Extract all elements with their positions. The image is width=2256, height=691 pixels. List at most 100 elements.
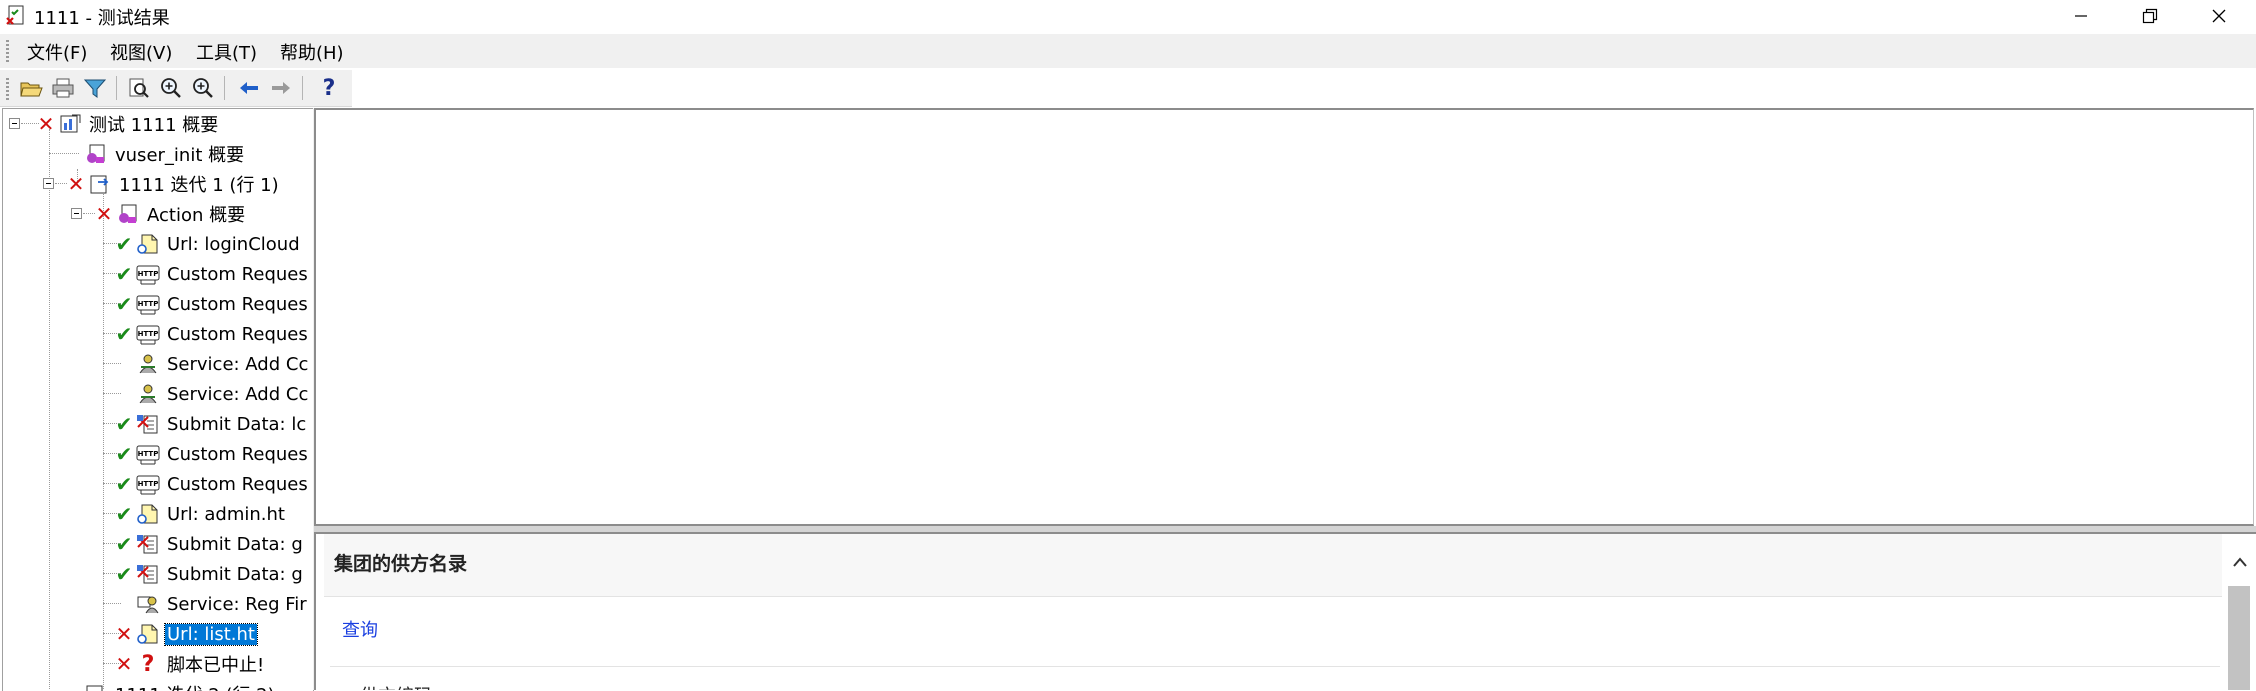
iteration-icon <box>87 172 113 196</box>
url-icon <box>135 622 161 646</box>
url-icon <box>135 232 161 256</box>
tree-line <box>103 189 104 689</box>
http-request-icon: HTTP <box>135 262 161 286</box>
tree-item-label: Action 概要 <box>147 205 246 226</box>
tree-expander-action[interactable] <box>71 208 82 219</box>
tree-item-test-summary[interactable]: ✕ 测试 1111 概要 <box>35 109 220 139</box>
tree-item-step[interactable]: ✔ HTTP Custom Reques <box>113 469 310 499</box>
tree-expander-iteration[interactable] <box>43 178 54 189</box>
arrow-left-icon <box>240 82 258 94</box>
tree-item-action-summary[interactable]: ✕ Action 概要 <box>93 199 247 229</box>
menu-file[interactable]: 文件(F) <box>27 39 87 65</box>
tree-item-step[interactable]: ✕ Url: list.ht <box>113 619 258 649</box>
pass-check-icon: ✔ <box>115 562 133 586</box>
close-button[interactable] <box>2184 0 2254 32</box>
pass-check-icon: ✔ <box>115 292 133 316</box>
tree-item-label: Url: loginCloud <box>167 233 300 255</box>
no-status-icon <box>113 353 135 375</box>
pass-check-icon: ✔ <box>115 472 133 496</box>
summary-report-icon <box>57 112 83 136</box>
fail-icon: ✕ <box>37 112 55 136</box>
scroll-up-button[interactable] <box>2228 552 2252 572</box>
pass-check-icon: ✔ <box>115 502 133 526</box>
tree-item-label: Submit Data: g <box>167 533 303 555</box>
tree-expander-root[interactable] <box>9 118 20 129</box>
tree-item-step[interactable]: Service: Reg Fir <box>113 589 309 619</box>
tree-item-step[interactable]: ✔ Submit Data: g <box>113 559 305 589</box>
tree-item-step[interactable]: Service: Add Cc <box>113 349 310 379</box>
tree-item-step[interactable]: ✔ HTTP Custom Reques <box>113 439 310 469</box>
scrollbar-thumb[interactable] <box>2228 586 2250 690</box>
zoom-out-button[interactable] <box>188 74 218 102</box>
svg-text:HTTP: HTTP <box>138 300 159 308</box>
find-button[interactable] <box>124 74 154 102</box>
close-icon <box>2212 9 2226 23</box>
help-icon: ? <box>322 75 336 101</box>
tree-item-step[interactable]: ✔ Submit Data: lc <box>113 409 308 439</box>
tree-item-vuser-init[interactable]: vuser_init 概要 <box>83 139 246 169</box>
tree-line <box>49 153 79 154</box>
svg-text:HTTP: HTTP <box>138 480 159 488</box>
menu-view[interactable]: 视图(V) <box>110 39 172 65</box>
menu-tools[interactable]: 工具(T) <box>196 39 257 65</box>
submit-data-icon <box>135 532 161 556</box>
chevron-up-icon <box>2233 557 2247 567</box>
step-details-pane <box>314 108 2254 526</box>
submit-data-icon <box>135 562 161 586</box>
menu-help[interactable]: 帮助(H) <box>280 39 344 65</box>
page-title: 集团的供方名录 <box>334 553 468 575</box>
tree-item-label: Submit Data: g <box>167 563 303 585</box>
tree-item-label: Service: Reg Fir <box>167 593 307 615</box>
toolbar-grip[interactable] <box>6 78 9 100</box>
title-bar: 1111 - 测试结果 <box>0 0 2256 32</box>
menu-bar: 文件(F) 视图(V) 工具(T) 帮助(H) <box>0 34 2256 68</box>
filter-button[interactable] <box>80 74 110 102</box>
restore-button[interactable] <box>2115 0 2185 32</box>
tree-item-label: Url: admin.ht <box>167 503 285 525</box>
forward-button[interactable] <box>266 74 296 102</box>
open-folder-icon <box>20 82 43 97</box>
restore-icon <box>2142 8 2158 24</box>
filter-icon <box>83 79 107 98</box>
pass-check-icon: ✔ <box>115 232 133 256</box>
tree-item-label-selected: Url: list.ht <box>164 622 258 646</box>
fail-icon: ✕ <box>115 652 133 676</box>
tree-item-step[interactable]: ✔ HTTP Custom Reques <box>113 259 310 289</box>
tree-item-step[interactable]: ✔ Submit Data: g <box>113 529 305 559</box>
tree-item-step[interactable]: ✔ HTTP Custom Reques <box>113 289 310 319</box>
find-icon <box>129 78 149 98</box>
print-button[interactable] <box>48 74 78 102</box>
pass-check-icon: ✔ <box>115 442 133 466</box>
minimize-button[interactable] <box>2046 0 2116 32</box>
tree-item-label: vuser_init 概要 <box>115 145 245 166</box>
results-tree[interactable]: ✕ 测试 1111 概要 vuser_init 概要 ✕ 1111 迭代 1 (… <box>2 108 314 691</box>
tree-item-step[interactable]: Service: Add Cc <box>113 379 310 409</box>
minimize-icon <box>2075 15 2087 17</box>
toolbar: ? <box>0 70 352 107</box>
open-button[interactable] <box>16 74 46 102</box>
tree-item-label: Custom Reques <box>167 443 308 465</box>
action-script-icon <box>115 202 141 226</box>
tree-item-iteration-2[interactable]: 1111 迭代 2 (行 2) <box>83 679 277 691</box>
tree-item-step[interactable]: ✔ Url: admin.ht <box>113 499 287 529</box>
tree-item-label: Service: Add Cc <box>167 353 309 375</box>
http-request-icon: HTTP <box>135 472 161 496</box>
query-link[interactable]: 查询 <box>342 616 378 642</box>
menu-grip[interactable] <box>6 40 9 62</box>
toolbar-separator <box>224 76 225 100</box>
tree-item-iteration-1[interactable]: ✕ 1111 迭代 1 (行 1) <box>65 169 281 199</box>
tree-item-step[interactable]: ✔ HTTP Custom Reques <box>113 319 310 349</box>
tree-item-label: 1111 迭代 1 (行 1) <box>119 175 279 196</box>
zoom-in-button[interactable] <box>156 74 186 102</box>
service-icon <box>135 382 161 406</box>
window-title: 1111 - 测试结果 <box>34 8 170 29</box>
pass-check-icon: ✔ <box>115 412 133 436</box>
tree-item-step[interactable]: ✕? 脚本已中止! <box>113 649 266 679</box>
help-button[interactable]: ? <box>314 74 344 102</box>
back-button[interactable] <box>234 74 264 102</box>
svg-text:HTTP: HTTP <box>138 450 159 458</box>
tree-item-step[interactable]: ✔ Url: loginCloud <box>113 229 302 259</box>
no-status-icon <box>113 383 135 405</box>
toolbar-separator <box>302 76 303 100</box>
supplier-code-label: 供方编码 <box>360 682 432 690</box>
